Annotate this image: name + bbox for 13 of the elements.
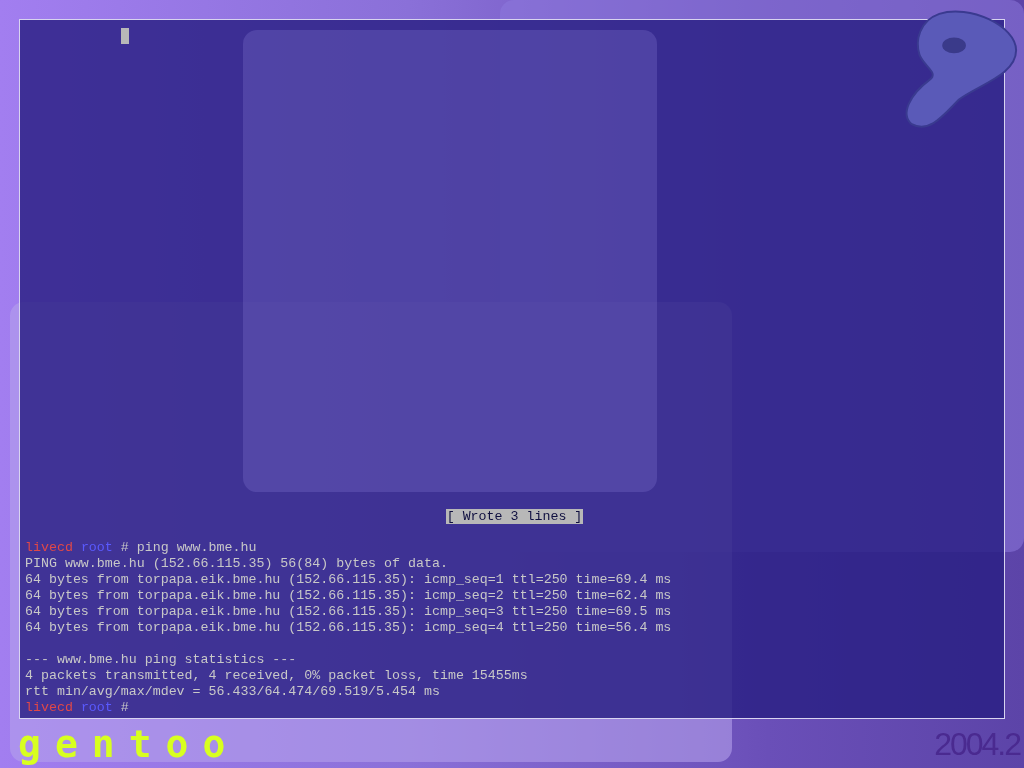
- output-line: 64 bytes from torpapa.eik.bme.hu (152.66.115.35): icmp_seq=3 ttl=250 time=69.5 ms: [25, 604, 673, 620]
- output-line: rtt min/avg/max/mdev = 56.433/64.474/69.519/5.454 ms: [25, 684, 441, 700]
- output-line: 64 bytes from torpapa.eik.bme.hu (152.66.115.35): icmp_seq=4 ttl=250 time=56.4 ms: [25, 620, 673, 636]
- prompt-line: livecd root #: [25, 700, 130, 716]
- output-line: 64 bytes from torpapa.eik.bme.hu (152.66.115.35): icmp_seq=2 ttl=250 time=62.4 ms: [25, 588, 673, 604]
- output-line: 64 bytes from torpapa.eik.bme.hu (152.66.115.35): icmp_seq=1 ttl=250 time=69.4 ms: [25, 572, 673, 588]
- output-line: --- www.bme.hu ping statistics ---: [25, 652, 298, 668]
- prompt-line: livecd root # ping www.bme.hu: [25, 540, 258, 556]
- output-line: 4 packets transmitted, 4 received, 0% packet loss, time 15455ms: [25, 668, 529, 684]
- text-cursor: [121, 28, 129, 44]
- status-message: [ Wrote 3 lines ]: [445, 509, 584, 524]
- output-line: PING www.bme.hu (152.66.115.35) 56(84) bytes of data.: [25, 556, 449, 572]
- logo-text: gentoo: [18, 723, 240, 764]
